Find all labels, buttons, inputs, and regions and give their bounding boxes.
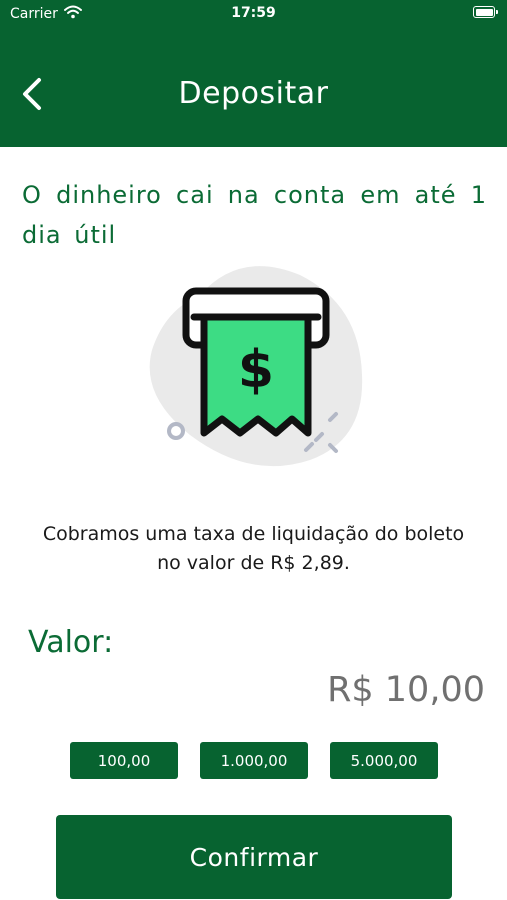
svg-text:$: $ bbox=[238, 340, 274, 400]
deposit-screen: Carrier 17:59 Depositar O dinheiro cai n… bbox=[0, 0, 507, 900]
deposit-info-text: O dinheiro cai na conta em até 1 dia úti… bbox=[22, 181, 487, 249]
status-bar: Carrier 17:59 bbox=[0, 0, 507, 30]
confirm-button[interactable]: Confirmar bbox=[56, 815, 452, 899]
quick-amount-button-1000[interactable]: 1.000,00 bbox=[200, 742, 308, 779]
page-title: Depositar bbox=[178, 76, 329, 111]
value-amount-input[interactable]: R$ 10,00 bbox=[327, 670, 485, 710]
value-label: Valor: bbox=[28, 625, 114, 660]
fee-notice-line-1: Cobramos uma taxa de liquidação do bolet… bbox=[42, 523, 465, 545]
status-time: 17:59 bbox=[231, 5, 276, 21]
quick-amount-button-5000[interactable]: 5.000,00 bbox=[330, 742, 438, 779]
nav-bar: Depositar bbox=[0, 60, 507, 132]
battery-icon bbox=[473, 6, 498, 18]
quick-amount-button-100[interactable]: 100,00 bbox=[70, 742, 178, 779]
boleto-receipt-dollar-icon: $ bbox=[140, 255, 380, 475]
header: Carrier 17:59 Depositar bbox=[0, 0, 507, 147]
fee-notice: Cobramos uma taxa de liquidação do bolet… bbox=[0, 520, 507, 578]
quick-amount-row: 100,00 1.000,00 5.000,00 bbox=[0, 742, 507, 780]
fee-notice-line-2: no valor de R$ 2,89. bbox=[157, 552, 350, 574]
